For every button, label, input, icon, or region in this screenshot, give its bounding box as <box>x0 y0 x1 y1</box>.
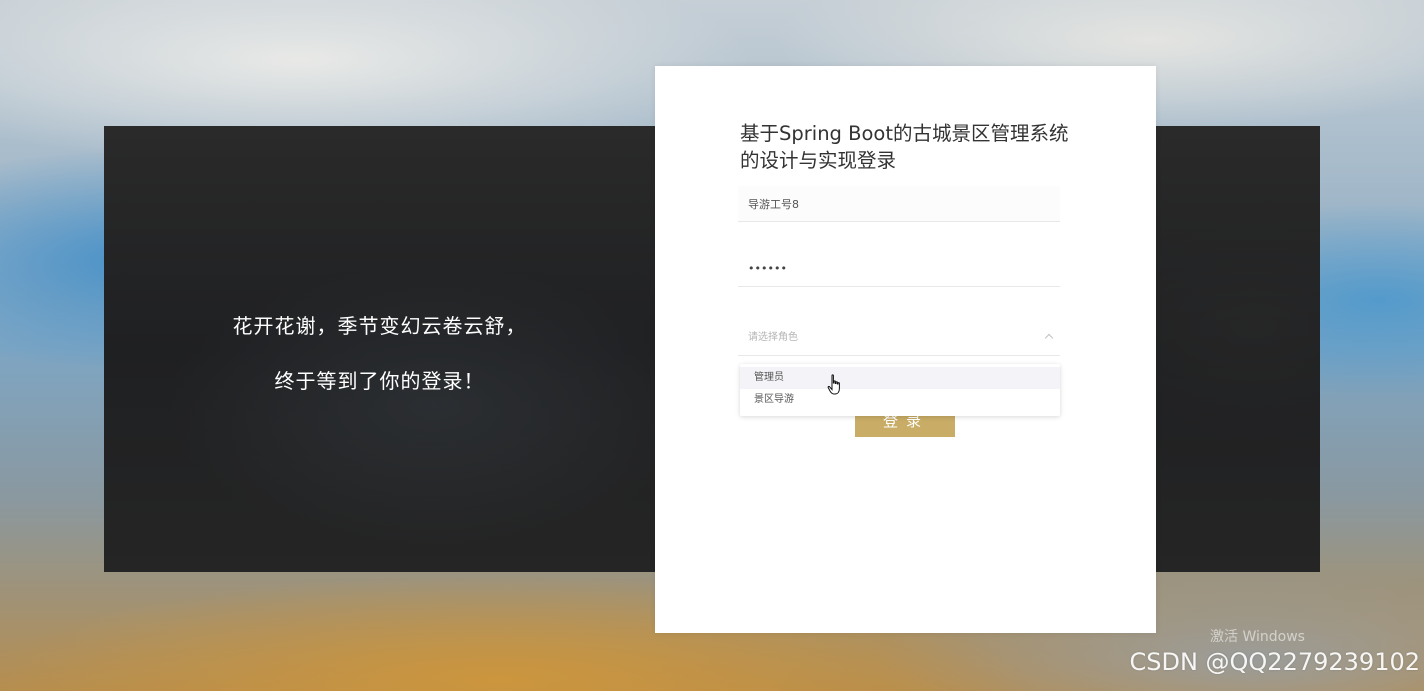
csdn-watermark: CSDN @QQ2279239102 <box>1129 648 1420 676</box>
role-dropdown: 管理员 景区导游 <box>740 364 1060 416</box>
role-select[interactable]: 请选择角色 <box>738 320 1060 356</box>
role-select-placeholder: 请选择角色 <box>748 332 798 343</box>
username-field <box>738 186 1080 222</box>
password-field <box>738 251 1080 287</box>
login-title: 基于Spring Boot的古城景区管理系统的设计与实现登录 <box>740 122 1069 172</box>
hand-pointer-icon <box>827 374 840 395</box>
password-input[interactable] <box>738 251 1080 286</box>
username-input[interactable] <box>738 186 1080 221</box>
role-option-admin[interactable]: 管理员 <box>740 367 1060 389</box>
windows-activation-watermark: 激活 Windows <box>1210 629 1305 645</box>
login-page: 花开花谢，季节变幻云卷云舒， 终于等到了你的登录！ 基于Spring Boot的… <box>0 0 1424 691</box>
slogan-line-1: 花开花谢，季节变幻云卷云舒， <box>232 314 527 338</box>
login-card: 基于Spring Boot的古城景区管理系统的设计与实现登录 请选择角色 管理员… <box>655 66 1156 633</box>
slogan-line-2: 终于等到了你的登录！ <box>274 369 485 393</box>
chevron-up-icon <box>1044 333 1054 343</box>
role-option-guide[interactable]: 景区导游 <box>740 389 1060 411</box>
